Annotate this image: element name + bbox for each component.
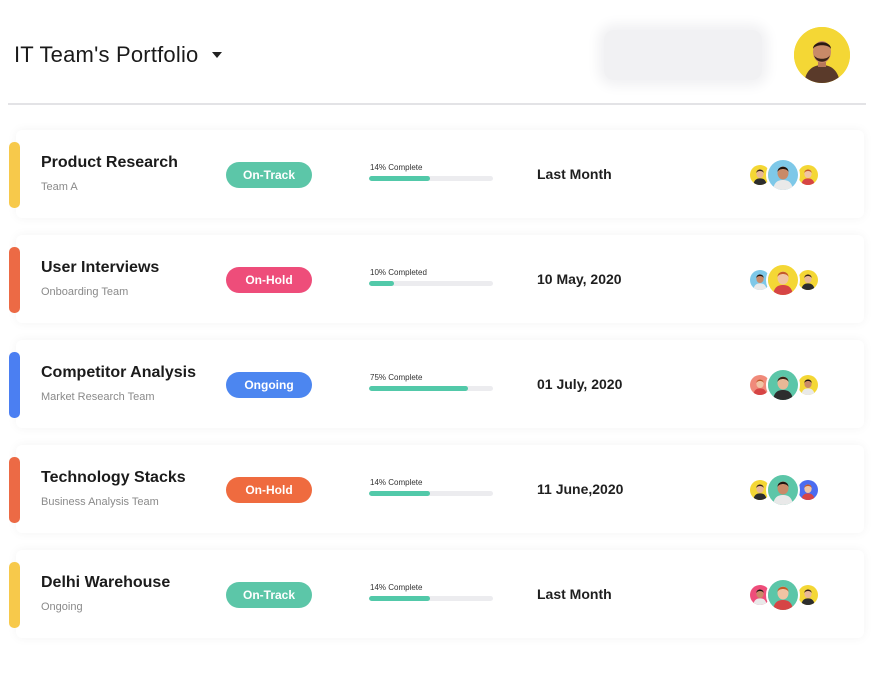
status-badge[interactable]: On-Track [226, 162, 312, 188]
progress-label: 14% Complete [370, 478, 423, 487]
project-row[interactable]: Competitor Analysis Market Research Team… [9, 340, 864, 428]
progress-label: 14% Complete [370, 583, 423, 592]
progress-fill [369, 386, 469, 391]
portfolio-selector[interactable]: IT Team's Portfolio [14, 42, 223, 68]
status-badge[interactable]: Ongoing [226, 372, 312, 398]
member-avatars[interactable] [748, 578, 828, 612]
row-accent-bar [9, 457, 20, 523]
due-date: Last Month [537, 586, 612, 602]
row-accent-bar [9, 247, 20, 313]
member-avatar-icon[interactable] [766, 368, 800, 402]
member-avatar-icon[interactable] [766, 578, 800, 612]
member-avatar-icon[interactable] [766, 158, 800, 192]
project-row[interactable]: Product Research Team A On-Track 14% Com… [9, 130, 864, 218]
project-name: User Interviews [41, 259, 160, 276]
project-team: Team A [41, 181, 78, 193]
progress-bar [369, 491, 493, 496]
project-team: Market Research Team [41, 391, 155, 403]
row-accent-bar [9, 352, 20, 418]
member-avatars[interactable] [748, 263, 828, 297]
search-placeholder[interactable] [604, 30, 762, 80]
progress-bar [369, 281, 493, 286]
project-row[interactable]: User Interviews Onboarding Team On-Hold … [9, 235, 864, 323]
progress-fill [369, 491, 430, 496]
due-date: Last Month [537, 166, 612, 182]
project-name: Technology Stacks [41, 469, 186, 486]
due-date: 11 June,2020 [537, 481, 624, 497]
progress-bar [369, 596, 493, 601]
caret-down-icon[interactable] [212, 52, 223, 58]
row-accent-bar [9, 142, 20, 208]
progress-label: 75% Complete [370, 373, 423, 382]
project-row[interactable]: Delhi Warehouse Ongoing On-Track 14% Com… [9, 550, 864, 638]
progress-fill [369, 176, 430, 181]
due-date: 10 May, 2020 [537, 271, 622, 287]
project-name: Competitor Analysis [41, 364, 196, 381]
user-avatar-icon[interactable] [794, 27, 850, 83]
progress-bar [369, 176, 493, 181]
header: IT Team's Portfolio [0, 0, 884, 106]
progress-label: 14% Complete [370, 163, 423, 172]
progress-bar [369, 386, 493, 391]
project-team: Onboarding Team [41, 286, 129, 298]
project-name: Product Research [41, 154, 178, 171]
member-avatars[interactable] [748, 368, 828, 402]
project-team: Ongoing [41, 601, 83, 613]
status-badge[interactable]: On-Hold [226, 477, 312, 503]
project-name: Delhi Warehouse [41, 574, 171, 591]
progress-label: 10% Completed [370, 268, 427, 277]
page-title: IT Team's Portfolio [14, 42, 199, 67]
status-badge[interactable]: On-Hold [226, 267, 312, 293]
progress-fill [369, 281, 394, 286]
project-row[interactable]: Technology Stacks Business Analysis Team… [9, 445, 864, 533]
member-avatar-icon[interactable] [766, 473, 800, 507]
due-date: 01 July, 2020 [537, 376, 623, 392]
member-avatars[interactable] [748, 473, 828, 507]
progress-fill [369, 596, 430, 601]
member-avatar-icon[interactable] [766, 263, 800, 297]
row-accent-bar [9, 562, 20, 628]
header-divider [8, 103, 866, 105]
status-badge[interactable]: On-Track [226, 582, 312, 608]
member-avatars[interactable] [748, 158, 828, 192]
project-team: Business Analysis Team [41, 496, 159, 508]
